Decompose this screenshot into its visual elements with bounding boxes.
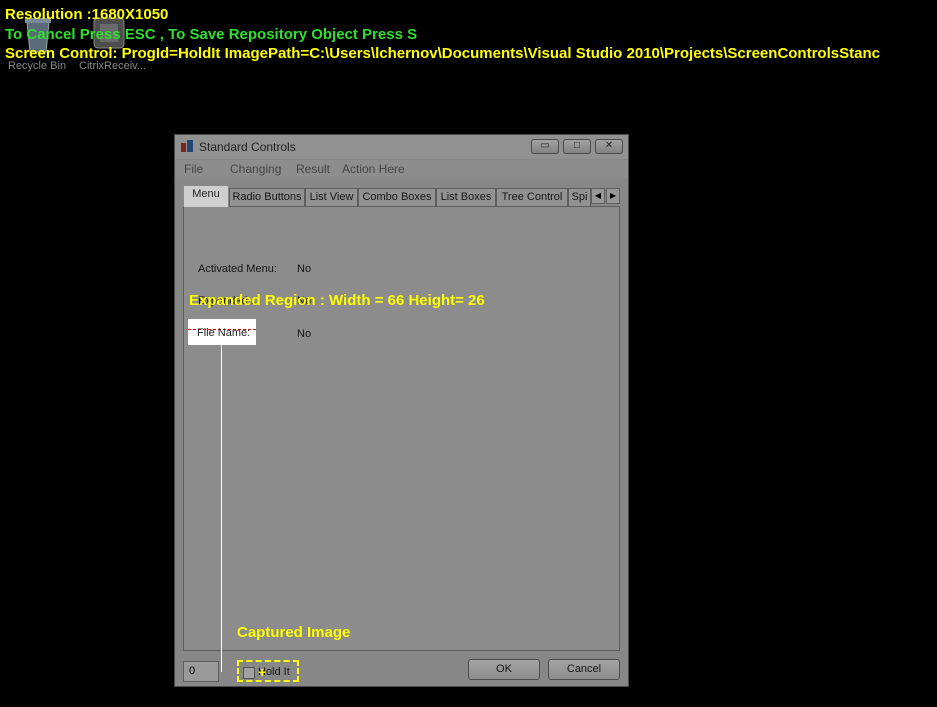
- window-title: Standard Controls: [199, 140, 296, 154]
- expanded-region-text: Expanded Region : Width = 66 Height= 26: [189, 292, 485, 309]
- tab-menu[interactable]: Menu: [183, 185, 229, 207]
- menu-changing[interactable]: Changing: [230, 162, 281, 176]
- close-button[interactable]: ✕: [595, 139, 623, 154]
- tab-strip: Menu Radio Buttons List View Combo Boxes…: [183, 185, 620, 207]
- resolution-text: Resolution :1680X1050: [5, 6, 169, 23]
- maximize-button[interactable]: □: [563, 139, 591, 154]
- activated-menu-label: Activated Menu:: [198, 263, 277, 275]
- standard-controls-window: Standard Controls ▭ □ ✕ File Changing Re…: [174, 134, 629, 687]
- tab-list-view[interactable]: List View: [305, 188, 358, 206]
- ok-button[interactable]: OK: [468, 659, 540, 680]
- connector-line: [221, 345, 222, 672]
- tab-radio-buttons[interactable]: Radio Buttons: [229, 188, 305, 206]
- file-name-value: No: [297, 328, 312, 340]
- captured-image-box: [237, 660, 299, 682]
- menu-action-here[interactable]: Action Here: [342, 162, 405, 176]
- tab-spin[interactable]: Spi: [568, 188, 591, 206]
- tab-scroll-right-icon[interactable]: ▶: [606, 188, 620, 204]
- app-icon: [180, 139, 194, 153]
- menu-bar: File Changing Result Action Here: [175, 160, 628, 178]
- captured-region-label: File Name:: [197, 327, 251, 339]
- cancel-button[interactable]: Cancel: [548, 659, 620, 680]
- instructions-text: To Cancel Press ESC , To Save Repository…: [5, 26, 418, 43]
- screen-control-text: Screen Control: ProgId=HoldIt ImagePath=…: [5, 45, 880, 62]
- activated-menu-value: No: [297, 263, 312, 275]
- minimize-button[interactable]: ▭: [531, 139, 559, 154]
- tab-tree-control[interactable]: Tree Control: [496, 188, 568, 206]
- tab-scroll-left-icon[interactable]: ◀: [591, 188, 605, 204]
- tab-combo-boxes[interactable]: Combo Boxes: [358, 188, 436, 206]
- captured-image-text: Captured Image: [237, 624, 351, 641]
- numeric-field[interactable]: 0: [183, 661, 219, 682]
- tab-list-boxes[interactable]: List Boxes: [436, 188, 496, 206]
- title-bar[interactable]: Standard Controls ▭ □ ✕: [175, 135, 628, 159]
- crosshair-icon: +: [258, 664, 267, 680]
- menu-tab-panel: Activated Menu: No Expanded... No File N…: [183, 206, 620, 651]
- menu-result[interactable]: Result: [296, 162, 330, 176]
- captured-region-box: File Name:: [188, 319, 256, 345]
- menu-file[interactable]: File: [184, 162, 203, 176]
